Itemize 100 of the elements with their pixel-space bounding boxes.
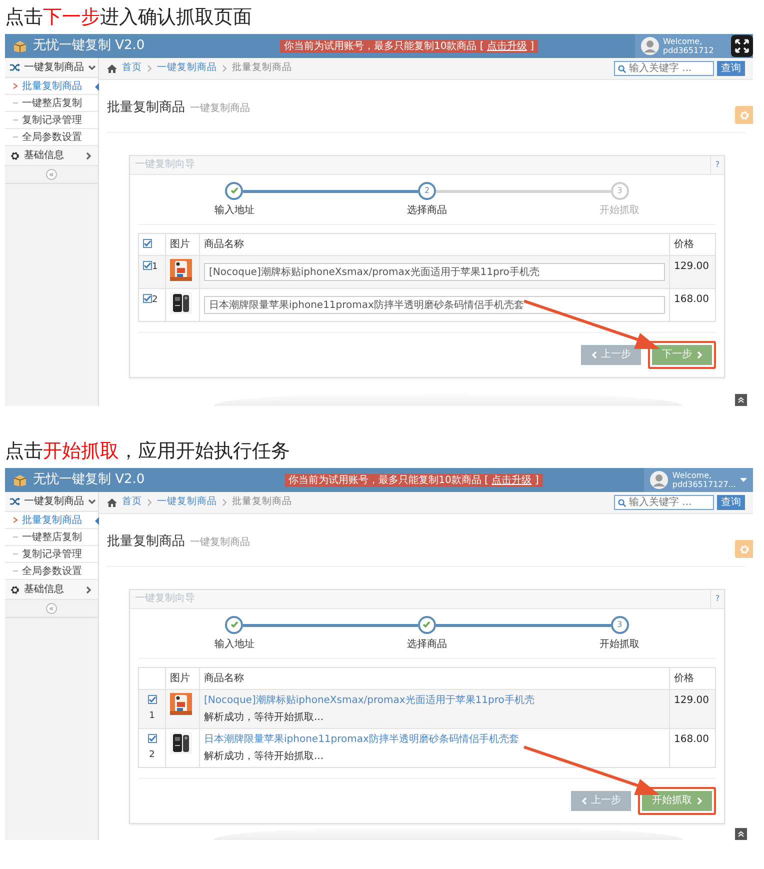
trial-notice: 你当前为试用账号，最多只能复制10款商品 [ 点击升级 ]: [280, 40, 538, 52]
gear-icon: [738, 544, 750, 554]
sidebar-group[interactable]: 基础信息: [5, 146, 98, 166]
sidebar-item[interactable]: 批量复制商品: [5, 512, 98, 529]
status-text: 解析成功，等待开始抓取...: [204, 750, 325, 764]
collapse-button[interactable]: «: [46, 603, 57, 614]
product-name-field[interactable]: 日本潮牌限量苹果iphone11promax防摔半透明磨砂条码情侣手机壳套: [204, 296, 665, 314]
welcome-text: Welcome,: [672, 471, 713, 480]
breadcrumb-link[interactable]: 一键复制商品: [157, 495, 217, 510]
sidebar-group[interactable]: 一键复制商品: [5, 58, 98, 78]
sidebar-group[interactable]: 一键复制商品: [5, 492, 98, 512]
check-icon: [422, 620, 432, 629]
welcome-text: Welcome,: [662, 37, 704, 46]
gear-icon: [738, 110, 750, 120]
chevron-left-icon: [591, 350, 597, 358]
price-text: 168.00: [674, 734, 709, 744]
card-title: 一键复制向导: [134, 592, 196, 606]
price-text: 129.00: [674, 694, 709, 706]
sidebar-item[interactable]: 批量复制商品: [5, 78, 98, 95]
check-icon: [148, 734, 156, 744]
breadcrumb-link[interactable]: 首页: [122, 495, 142, 510]
step-label: 输入地址: [214, 204, 254, 218]
dash-icon: [13, 117, 18, 123]
upgrade-link[interactable]: 点击升级: [486, 40, 527, 52]
separator-icon: [147, 499, 152, 506]
checkbox[interactable]: [143, 261, 152, 270]
page-title: 批量复制商品: [107, 533, 185, 551]
fullscreen-button[interactable]: [730, 35, 753, 57]
breadcrumb-link[interactable]: 首页: [122, 61, 142, 76]
search-button[interactable]: 查询: [717, 61, 745, 76]
dash-icon: [13, 568, 18, 574]
next-button[interactable]: 下一步: [652, 344, 712, 364]
sidebar-item[interactable]: 全局参数设置: [5, 563, 98, 580]
box-icon: [13, 474, 27, 486]
product-link[interactable]: 日本潮牌限量苹果iphone11promax防摔半透明磨砂条码情侣手机壳套: [204, 732, 519, 746]
product-link[interactable]: [Nocoque]潮牌标贴iphoneXsmax/promax光面适用于苹果11pro手机壳: [204, 692, 534, 708]
sidebar-group[interactable]: 基础信息: [5, 580, 98, 600]
breadcrumb-current: 批量复制商品: [232, 495, 292, 510]
scroll-top-button[interactable]: [735, 394, 747, 406]
user-menu[interactable]: Welcome, pdd36517127...: [644, 468, 753, 492]
column-header: 图片: [170, 672, 190, 684]
price-text: 129.00: [674, 260, 709, 272]
chevron-icon: [85, 586, 93, 594]
page-subtitle: 一键复制商品: [190, 536, 250, 550]
user-menu[interactable]: Welcome, pdd3651712: [634, 34, 731, 58]
check-icon: [230, 620, 239, 629]
check-icon: [143, 261, 152, 270]
column-header: 商品名称: [204, 238, 244, 250]
help-button[interactable]: ?: [710, 590, 724, 608]
checkbox[interactable]: [148, 695, 156, 704]
search-field[interactable]: 输入关键字 ...: [614, 61, 714, 76]
price-text: 168.00: [674, 294, 709, 304]
gear-icon: [10, 584, 20, 594]
dash-icon: [13, 134, 18, 140]
search-button[interactable]: 查询: [717, 495, 745, 510]
search-field[interactable]: 输入关键字 ...: [614, 495, 714, 510]
trial-notice: 你当前为试用账号，最多只能复制10款商品 [ 点击升级 ]: [284, 474, 543, 486]
sidebar-item[interactable]: 复制记录管理: [5, 112, 98, 129]
sidebar-item[interactable]: 复制记录管理: [5, 546, 98, 563]
heading: 点击下一步进入确认抓取页面: [4, 5, 253, 30]
checkbox[interactable]: [143, 239, 152, 248]
collapse-button[interactable]: «: [46, 169, 57, 180]
help-button[interactable]: ?: [710, 156, 724, 174]
home-icon: [107, 498, 117, 507]
dash-icon: [13, 551, 18, 557]
sidebar-item[interactable]: 一键整店复制: [5, 529, 98, 546]
breadcrumb-current: 批量复制商品: [232, 61, 292, 76]
check-icon: [148, 695, 156, 704]
checkbox[interactable]: [143, 294, 152, 304]
upgrade-link[interactable]: 点击升级: [492, 474, 532, 486]
sidebar-item[interactable]: 全局参数设置: [5, 129, 98, 146]
next-button[interactable]: 开始抓取: [642, 790, 712, 810]
step-label: 选择商品: [406, 204, 447, 218]
box-icon: [13, 40, 27, 52]
avatar-icon: [650, 471, 668, 489]
avatar-icon: [640, 37, 659, 55]
row-number: 1: [149, 710, 155, 720]
column-header: 商品名称: [204, 672, 244, 684]
app-title: 无忧一键复制 V2.0: [33, 37, 146, 56]
sidebar-item[interactable]: 一键整店复制: [5, 95, 98, 112]
double-chevron-up-icon: [738, 831, 744, 837]
check-icon: [143, 294, 152, 304]
step-label: 选择商品: [406, 638, 447, 652]
scroll-top-button[interactable]: [735, 828, 747, 840]
checkbox[interactable]: [148, 734, 156, 744]
chevron-left-icon: [581, 796, 587, 804]
chevron-right-icon: [696, 350, 702, 358]
separator-icon: [147, 65, 152, 72]
chevron-right-icon: [696, 796, 702, 804]
chevron-icon: [88, 64, 96, 72]
breadcrumb-link[interactable]: 一键复制商品: [157, 61, 217, 76]
card-title: 一键复制向导: [134, 158, 196, 172]
chevron-icon: [88, 498, 96, 506]
product-name-field[interactable]: [Nocoque]潮牌标贴iphoneXsmax/promax光面适用于苹果11pro手机壳: [204, 262, 665, 280]
search-icon: [618, 64, 626, 72]
user-name: pdd3651712: [662, 46, 714, 55]
step-label: 开始抓取: [600, 638, 640, 652]
user-name: pdd36517127...: [672, 480, 736, 489]
search-icon: [618, 498, 626, 506]
row-number: 2: [149, 750, 155, 760]
